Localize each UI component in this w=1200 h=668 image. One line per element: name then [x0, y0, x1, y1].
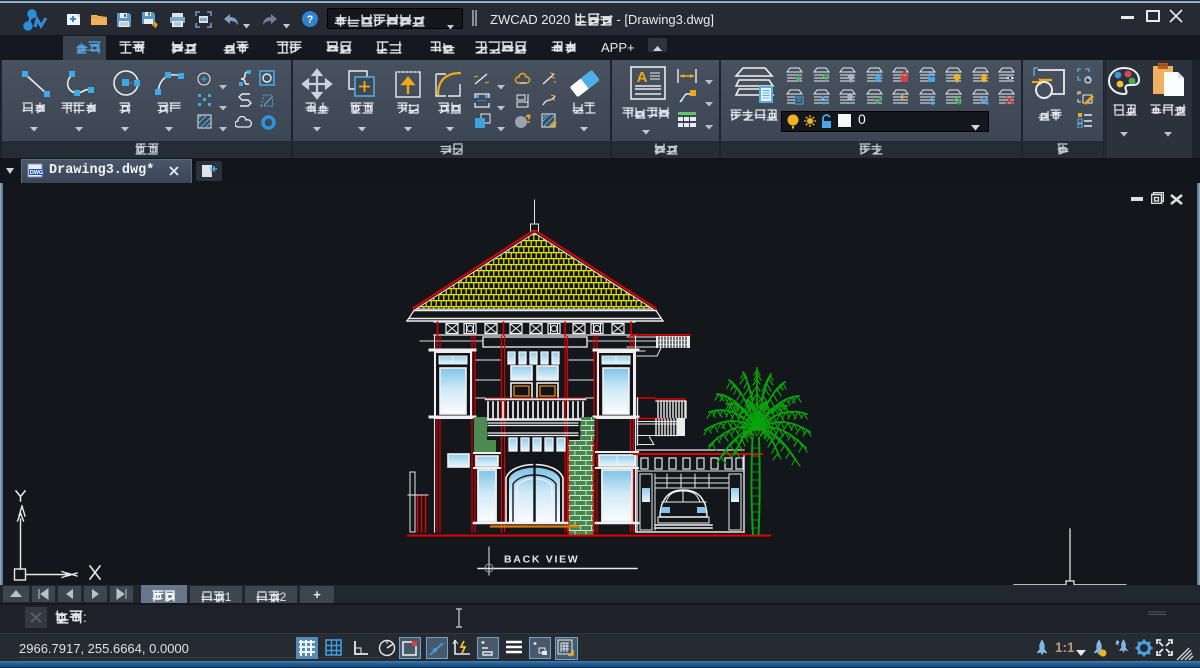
svg-text:BACK VIEW: BACK VIEW	[504, 554, 579, 566]
svg-text:?: ?	[307, 14, 314, 26]
svg-text:DWG: DWG	[30, 170, 43, 176]
svg-text:A: A	[637, 69, 648, 86]
